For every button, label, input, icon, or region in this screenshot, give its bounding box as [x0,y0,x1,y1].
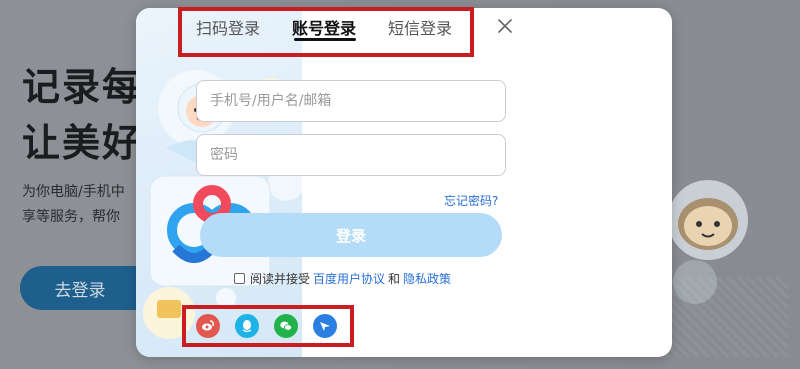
weibo-icon [202,320,214,331]
login-form-panel [302,8,672,357]
tab-sms-login[interactable]: 短信登录 [388,15,452,39]
mascot-illustration [668,180,748,260]
agreement-checkbox[interactable] [234,273,245,284]
tieba-login-button[interactable] [313,314,337,338]
password-input[interactable] [196,134,506,176]
user-agreement-link[interactable]: 百度用户协议 [313,270,385,287]
agreement-prefix: 阅读并接受 [250,272,311,286]
forgot-password-link[interactable]: 忘记密码? [444,192,498,209]
active-tab-indicator [294,38,356,41]
wechat-icon [280,321,292,331]
login-button[interactable]: 登录 [200,213,502,257]
wechat-login-button[interactable] [274,314,298,338]
bg-subtitle-line2: 享等服务，帮你 [22,209,120,225]
bg-headline-line1: 记录每 [22,65,143,109]
tab-account-login[interactable]: 账号登录 [292,15,356,39]
tab-qr-login[interactable]: 扫码登录 [196,15,260,39]
weibo-login-button[interactable] [196,314,220,338]
close-icon[interactable] [496,17,514,35]
agreement-row: 阅读并接受 百度用户协议 和 隐私政策 [234,270,454,287]
tieba-icon [320,322,330,331]
qq-icon [242,320,252,333]
qq-login-button[interactable] [235,314,259,338]
agreement-and: 和 [388,272,401,286]
bg-subtitle-line1: 为你电脑/手机中 [22,184,125,200]
username-input[interactable] [196,80,506,122]
privacy-policy-link[interactable]: 隐私政策 [403,270,451,287]
bg-headline-line2: 让美好 [22,121,143,165]
